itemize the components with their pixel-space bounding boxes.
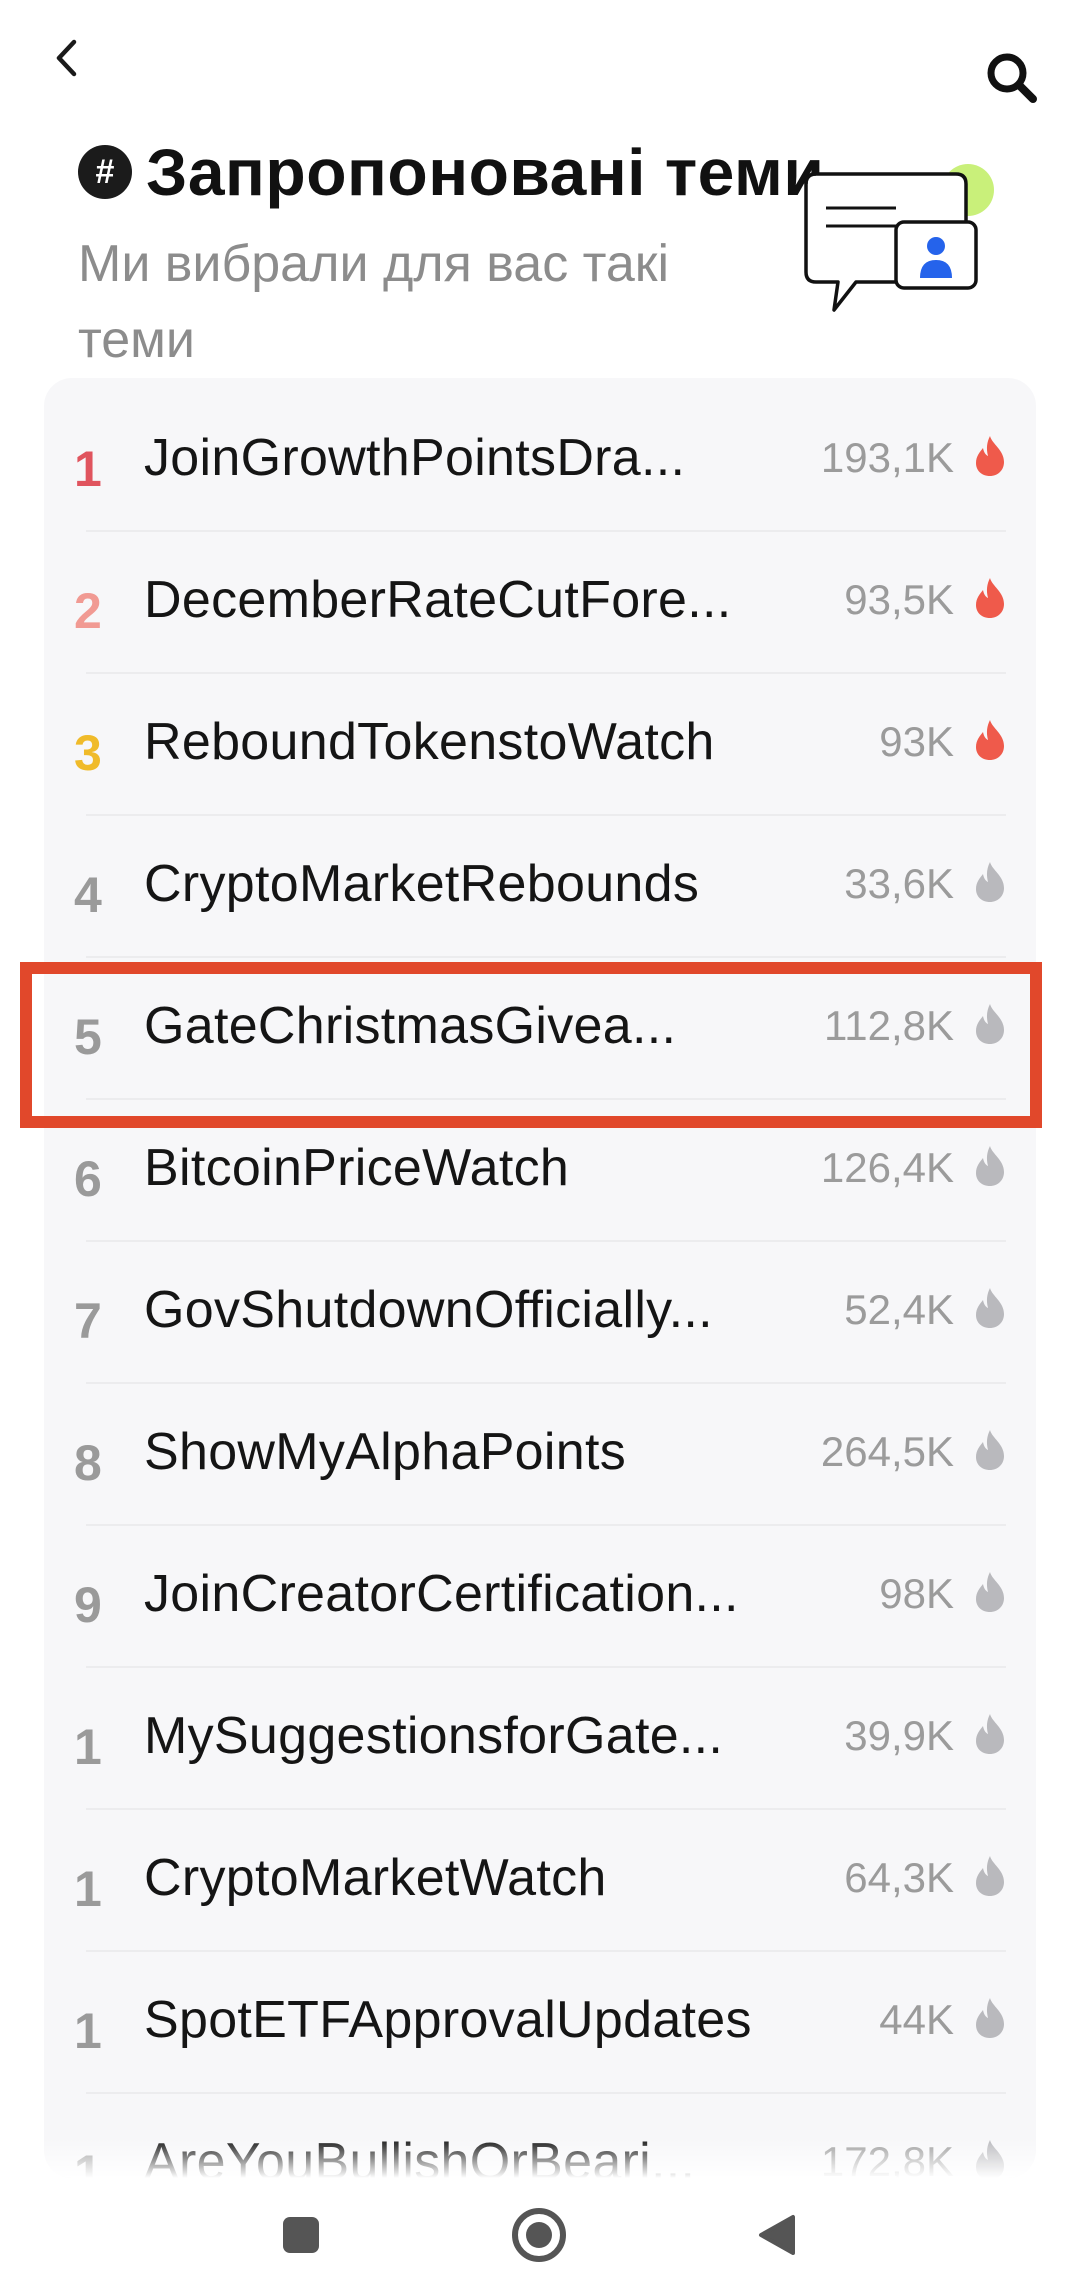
topic-name: JoinGrowthPointsDra... [144,429,686,487]
system-nav-bar [0,2180,1080,2279]
flame-icon [976,862,1004,902]
topic-name: CryptoMarketWatch [144,1849,607,1907]
recents-button[interactable] [266,2200,336,2270]
topic-count: 64,3K [844,1854,954,1901]
topic-name: DecemberRateCutFore... [144,571,732,629]
topic-rank: 7 [74,1293,102,1349]
hashtag-icon: # [78,145,132,199]
topic-count: 52,4K [844,1286,954,1333]
topic-rank: 6 [74,1151,102,1207]
search-button[interactable] [982,48,1042,108]
topic-row[interactable]: 7 GovShutdownOfficially... 52,4K [44,1242,1036,1384]
home-button[interactable] [504,2200,574,2270]
topic-rank: 1 [74,441,102,497]
topic-name: MySuggestionsforGate... [144,1707,724,1765]
topic-row[interactable]: 1 MySuggestionsforGate... 39,9K [44,1668,1036,1810]
topic-row[interactable]: 5 GateChristmasGivea... 112,8K [44,958,1036,1100]
topic-row[interactable]: 3 ReboundTokenstoWatch 93K [44,674,1036,816]
topic-count: 264,5K [820,1428,954,1475]
flame-icon [976,436,1004,476]
square-icon [283,2217,319,2253]
chevron-left-icon [56,39,77,77]
flame-icon [976,720,1004,760]
topic-row[interactable]: 8 ShowMyAlphaPoints 264,5K [44,1384,1036,1526]
system-back-button[interactable] [742,2200,812,2270]
topic-row[interactable]: 4 CryptoMarketRebounds 33,6K [44,816,1036,958]
topic-count: 33,6K [844,860,954,907]
topic-count: 112,8K [824,1002,954,1049]
topic-name: BitcoinPriceWatch [144,1139,570,1197]
topic-name: ReboundTokenstoWatch [144,713,715,771]
topic-rank: 1 [74,1719,102,1775]
flame-icon [976,1288,1004,1328]
topic-name: ShowMyAlphaPoints [144,1423,627,1481]
title-row: # Запропоновані теми [78,134,824,210]
topic-rank: 2 [74,583,102,639]
topic-name: SpotETFApprovalUpdates [144,1991,752,2049]
topic-rank: 8 [74,1435,102,1491]
search-icon [987,53,1037,103]
flame-icon [976,1714,1004,1754]
topic-name: GovShutdownOfficially... [144,1281,713,1339]
topic-rank: 9 [74,1577,102,1633]
topic-row[interactable]: 1 CryptoMarketWatch 64,3K [44,1810,1036,1952]
topic-row[interactable]: 6 BitcoinPriceWatch 126,4K [44,1100,1036,1242]
flame-icon [976,1856,1004,1896]
topic-count: 126,4K [820,1144,954,1191]
topic-count: 44K [879,1996,954,2043]
topic-count: 93,5K [844,576,954,623]
chat-bubble-user-icon [804,164,994,312]
topic-count: 93K [879,718,954,765]
topic-rank: 1 [74,2003,102,2059]
flame-icon [976,1998,1004,2038]
topic-rank: 4 [74,867,102,923]
topic-name: JoinCreatorCertification... [144,1565,739,1623]
back-button[interactable] [44,30,88,86]
suggested-topics-screen: # Запропоновані теми Ми вибрали для вас … [0,0,1080,2279]
topic-row[interactable]: 9 JoinCreatorCertification... 98K [44,1526,1036,1668]
topics-list: 1 JoinGrowthPointsDra... 193,1K 2 DecemberRa… [44,378,1036,2178]
topic-count: 39,9K [844,1712,954,1759]
topic-count: 98K [879,1570,954,1617]
page-title: Запропоновані теми [146,135,825,209]
circle-icon [512,2208,566,2262]
topic-row[interactable]: 1 JoinGrowthPointsDra... 193,1K [44,390,1036,532]
topic-name: GateChristmasGivea... [144,997,677,1055]
topic-count: 193,1K [820,434,954,481]
topic-row[interactable]: 2 DecemberRateCutFore... 93,5K [44,532,1036,674]
topic-rank: 5 [74,1009,102,1065]
flame-icon [976,578,1004,618]
list-fade [44,2138,1036,2178]
flame-icon [976,1430,1004,1470]
flame-icon [976,1146,1004,1186]
page-subtitle: Ми вибрали для вас такі теми [78,235,670,369]
flame-icon [976,1572,1004,1612]
topic-rank: 3 [74,725,102,781]
flame-icon [976,1004,1004,1044]
triangle-back-icon [759,2215,795,2255]
topic-name: CryptoMarketRebounds [144,855,700,913]
topic-rank: 1 [74,1861,102,1917]
topic-row[interactable]: 1 SpotETFApprovalUpdates 44K [44,1952,1036,2094]
